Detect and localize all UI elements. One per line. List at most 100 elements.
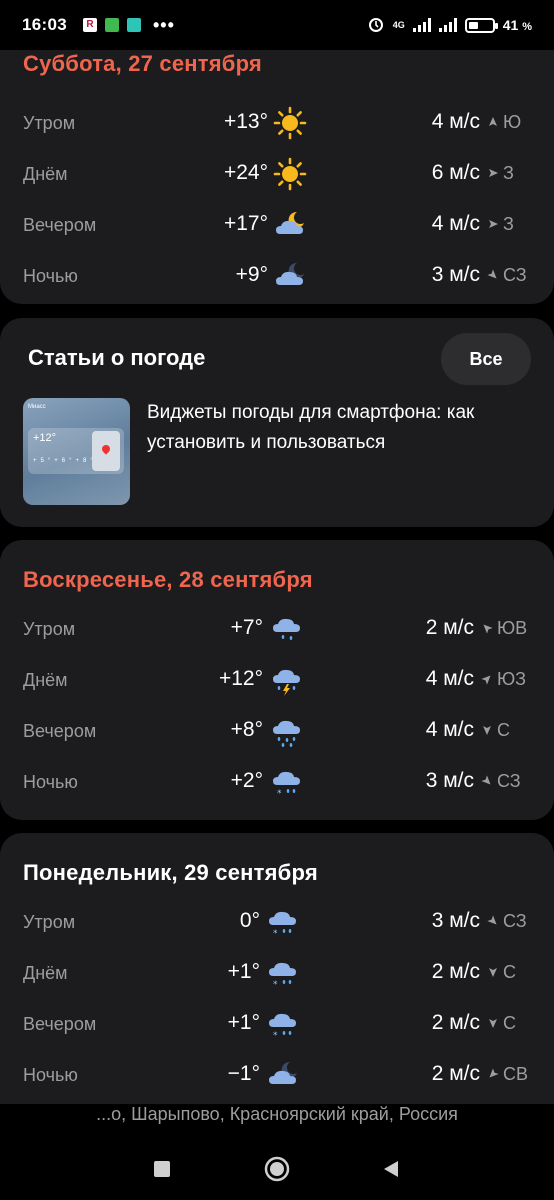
forecast-row: Утром 0° * 3 м/с СЗ	[0, 902, 554, 942]
app-calendar-icon	[126, 18, 141, 32]
day-part-label: Ночью	[23, 772, 78, 792]
rain-snow-icon: *	[266, 956, 300, 990]
wind-direction: С	[481, 720, 510, 741]
wind-direction-label: ЮЗ	[497, 669, 527, 689]
thumb-city-label: Миасс	[28, 404, 46, 410]
svg-text:*: *	[273, 980, 278, 990]
wind-direction-label: С	[503, 962, 516, 982]
wind-direction-label: З	[503, 163, 514, 183]
wind-speed-value: 3 м/с	[431, 909, 480, 932]
thumb-map	[92, 431, 120, 471]
day-part-label: Днём	[23, 670, 68, 690]
article-title[interactable]: Виджеты погоды для смартфона: как устано…	[147, 398, 527, 458]
wind-speed-value: 4 м/с	[431, 110, 480, 133]
square-icon	[154, 1161, 170, 1177]
battery-percent: 41 %	[502, 17, 532, 33]
wind-speed-value: 6 м/с	[431, 161, 480, 184]
wind-arrow-icon	[487, 112, 499, 133]
wind-arrow-icon	[487, 1013, 499, 1034]
day-part-label: Утром	[23, 912, 76, 932]
wind-speed-value: 4 м/с	[425, 718, 474, 741]
wind-direction-label: СЗ	[503, 911, 527, 931]
wind-direction: З	[487, 214, 514, 235]
day-title: Понедельник, 29 сентября	[23, 860, 318, 885]
wind-speed-value: 4 м/с	[425, 667, 474, 690]
location-label[interactable]: ...о, Шарыпово, Красноярский край, Росси…	[0, 1104, 554, 1125]
wind-speed-value: 2 м/с	[431, 960, 480, 983]
wind-speed-value: 3 м/с	[425, 769, 474, 792]
forecast-row: Вечером +17° 4 м/с З	[0, 205, 554, 245]
notification-icons: R	[82, 18, 141, 32]
all-articles-button[interactable]: Все	[441, 333, 531, 385]
wind-arrow-icon	[487, 1064, 499, 1085]
wind-speed-value: 2 м/с	[431, 1011, 480, 1034]
forecast-row: Утром +13° 4 м/с Ю	[0, 103, 554, 143]
article-thumbnail[interactable]: Миасс +12° +5°+6°+8°+9°	[23, 398, 130, 505]
forecast-row: Вечером +1° * 2 м/с С	[0, 1004, 554, 1044]
wind-direction: СЗ	[481, 771, 521, 792]
cloudy-night-icon	[273, 208, 307, 242]
wind-direction-label: С	[503, 1013, 516, 1033]
wind-arrow-icon	[481, 669, 493, 690]
signal-2-icon	[438, 18, 457, 32]
forecast-row: Днём +24° 6 м/с З	[0, 154, 554, 194]
wind-speed-value: 2 м/с	[431, 1062, 480, 1085]
home-button[interactable]	[262, 1154, 292, 1184]
temperature-value: +1°	[227, 960, 260, 983]
day-part-label: Днём	[23, 164, 68, 184]
cloudy-night-icon	[266, 1058, 300, 1092]
forecast-row: Ночью +9° 3 м/с СЗ	[0, 256, 554, 296]
wind-direction-label: З	[503, 214, 514, 234]
svg-text:*: *	[273, 929, 278, 939]
forecast-row: Утром +7° 2 м/с ЮВ	[0, 609, 554, 649]
day-part-label: Днём	[23, 963, 68, 983]
wind-arrow-icon	[481, 771, 493, 792]
day-title: Суббота, 27 сентября	[23, 51, 262, 76]
circle-icon	[264, 1156, 290, 1182]
thumb-temp: +12°	[33, 432, 57, 444]
rain-snow-icon: *	[270, 765, 304, 799]
temperature-value: +8°	[230, 718, 263, 741]
sun-icon	[273, 106, 307, 140]
wind-direction: СЗ	[487, 911, 527, 932]
temperature-value: +1°	[227, 1011, 260, 1034]
forecast-row: Днём +12° 4 м/с ЮЗ	[0, 660, 554, 700]
temperature-value: +24°	[223, 161, 268, 184]
day-card-monday: Понедельник, 29 сентября Утром 0° * 3 м/с СЗ…	[0, 833, 554, 1104]
network-type: 4G	[392, 20, 405, 30]
cloudy-night-icon	[273, 259, 307, 293]
status-time: 16:03	[22, 15, 67, 34]
wind-direction: ЮЗ	[481, 669, 526, 690]
thunderstorm-icon	[270, 663, 304, 697]
signal-icon	[412, 18, 431, 32]
wind-direction-label: СЗ	[503, 265, 527, 285]
forecast-row: Ночью +2° * 3 м/с СЗ	[0, 762, 554, 802]
rain-snow-icon: *	[266, 905, 300, 939]
day-part-label: Ночью	[23, 266, 78, 286]
wind-speed-value: 3 м/с	[431, 263, 480, 286]
wind-direction: ЮВ	[481, 618, 527, 639]
day-part-label: Ночью	[23, 1065, 78, 1085]
temperature-value: +9°	[235, 263, 268, 286]
back-triangle-icon	[384, 1161, 398, 1177]
wind-speed-value: 2 м/с	[425, 616, 474, 639]
day-title: Воскресенье, 28 сентября	[23, 567, 313, 592]
svg-text:*: *	[277, 789, 282, 799]
wind-direction-label: СЗ	[497, 771, 521, 791]
wind-direction: С	[487, 1013, 516, 1034]
day-part-label: Вечером	[23, 721, 97, 741]
forecast-scroll[interactable]: Суббота, 27 сентября Утром +13° 4 м/с Ю Днём…	[0, 50, 554, 1104]
wind-direction: С	[487, 962, 516, 983]
back-button[interactable]	[376, 1154, 406, 1184]
app-chart-icon	[104, 18, 119, 32]
wind-direction-label: Ю	[503, 112, 522, 132]
app-r-icon: R	[82, 18, 97, 32]
recents-button[interactable]	[147, 1154, 177, 1184]
wind-arrow-icon	[481, 720, 493, 741]
svg-text:*: *	[273, 1031, 278, 1041]
temperature-value: +7°	[230, 616, 263, 639]
wind-arrow-icon	[487, 163, 499, 184]
alarm-icon	[367, 15, 385, 36]
wind-direction: СВ	[487, 1064, 528, 1085]
rain-icon	[270, 714, 304, 748]
